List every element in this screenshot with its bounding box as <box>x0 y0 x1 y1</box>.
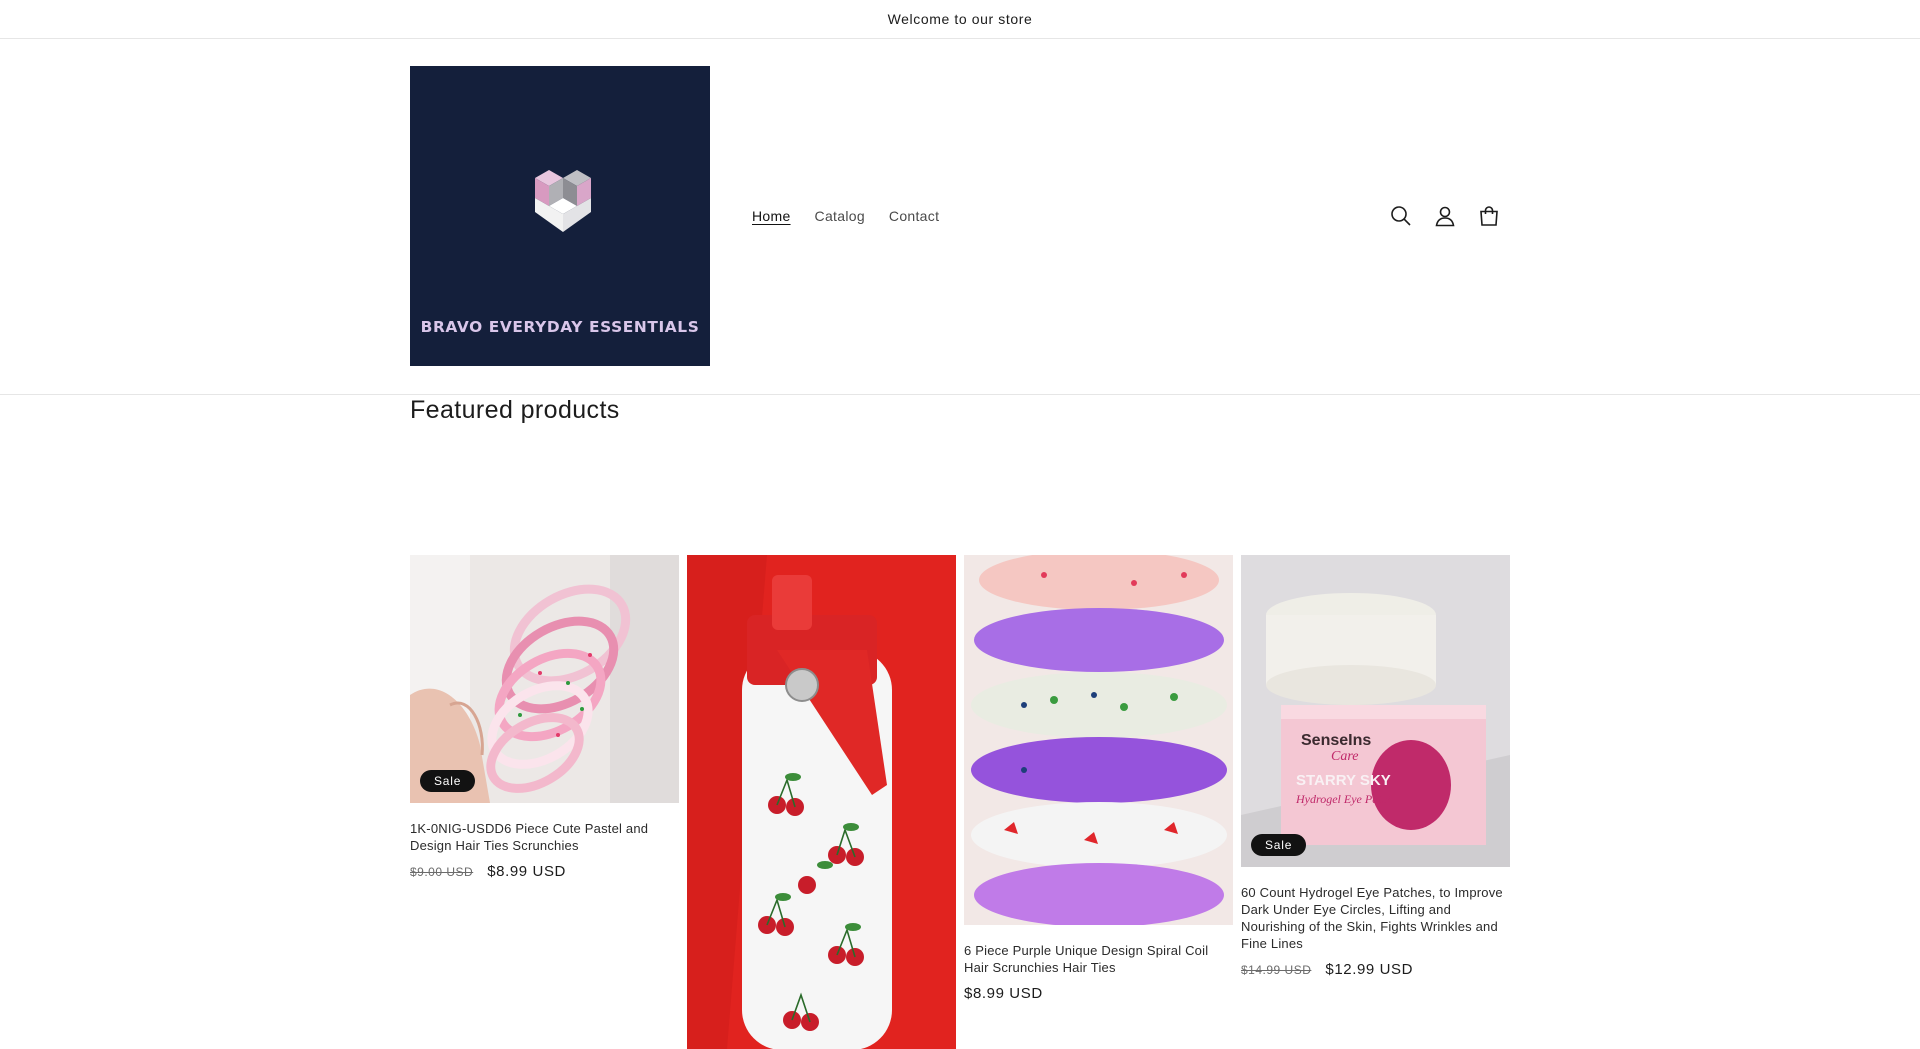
product-image[interactable]: SenseIns Care STARRY SKY Hydrogel Eye Pa… <box>1241 555 1510 867</box>
store-logo[interactable]: BRAVO EVERYDAY ESSENTIALS <box>410 66 710 366</box>
packaging-brand: SenseIns <box>1301 732 1371 749</box>
nav-item-catalog[interactable]: Catalog <box>803 208 877 224</box>
search-icon <box>1391 206 1411 226</box>
cart-icon <box>1480 206 1498 226</box>
compare-price: $14.99 USD <box>1241 963 1312 977</box>
account-button[interactable] <box>1430 201 1460 231</box>
product-card[interactable]: 6 Piece Purple Unique Design Spiral Coil… <box>964 555 1233 1049</box>
product-image[interactable] <box>687 555 956 1049</box>
nav-item-contact[interactable]: Contact <box>877 208 951 224</box>
featured-products-section: Featured products Sale 1K-0NIG-USDD6 Pie… <box>410 396 1510 1049</box>
product-title[interactable]: 60 Count Hydrogel Eye Patches, to Improv… <box>1241 884 1510 952</box>
product-prices: $9.00 USD $8.99 USD <box>410 863 679 880</box>
search-button[interactable] <box>1386 201 1416 231</box>
announcement-text: Welcome to our store <box>887 11 1033 27</box>
cart-button[interactable] <box>1474 201 1504 231</box>
sale-badge: Sale <box>420 770 476 792</box>
compare-price: $9.00 USD <box>410 865 474 879</box>
product-card[interactable] <box>687 555 956 1049</box>
site-header: BRAVO EVERYDAY ESSENTIALS Home Catalog C… <box>0 39 1920 395</box>
announcement-bar: Welcome to our store <box>0 0 1920 39</box>
product-title[interactable]: 1K-0NIG-USDD6 Piece Cute Pastel and Desi… <box>410 820 679 854</box>
product-image[interactable] <box>964 555 1233 925</box>
product-title[interactable]: 6 Piece Purple Unique Design Spiral Coil… <box>964 942 1233 976</box>
sale-badge: Sale <box>1251 834 1307 856</box>
packaging-sub: Care <box>1331 749 1358 764</box>
price: $8.99 USD <box>964 985 1043 1002</box>
product-image[interactable]: Sale <box>410 555 679 803</box>
product-card[interactable]: SenseIns Care STARRY SKY Hydrogel Eye Pa… <box>1241 555 1510 1049</box>
brand-name: BRAVO EVERYDAY ESSENTIALS <box>420 318 700 336</box>
section-heading: Featured products <box>410 396 620 424</box>
product-grid: Sale 1K-0NIG-USDD6 Piece Cute Pastel and… <box>410 555 1510 1049</box>
main-nav: Home Catalog Contact <box>740 208 951 224</box>
nav-item-home[interactable]: Home <box>740 208 803 224</box>
product-prices: $8.99 USD <box>964 985 1233 1002</box>
product-card[interactable]: Sale 1K-0NIG-USDD6 Piece Cute Pastel and… <box>410 555 679 1049</box>
packaging-line1: STARRY SKY <box>1296 772 1391 789</box>
packaging-line2: Hydrogel Eye Patch <box>1295 792 1393 806</box>
heart-cube-logo-icon <box>535 170 591 232</box>
account-icon <box>1435 206 1455 227</box>
sale-price: $12.99 USD <box>1325 961 1414 978</box>
header-actions <box>1386 201 1510 231</box>
sale-price: $8.99 USD <box>487 863 566 880</box>
product-prices: $14.99 USD $12.99 USD <box>1241 961 1510 978</box>
